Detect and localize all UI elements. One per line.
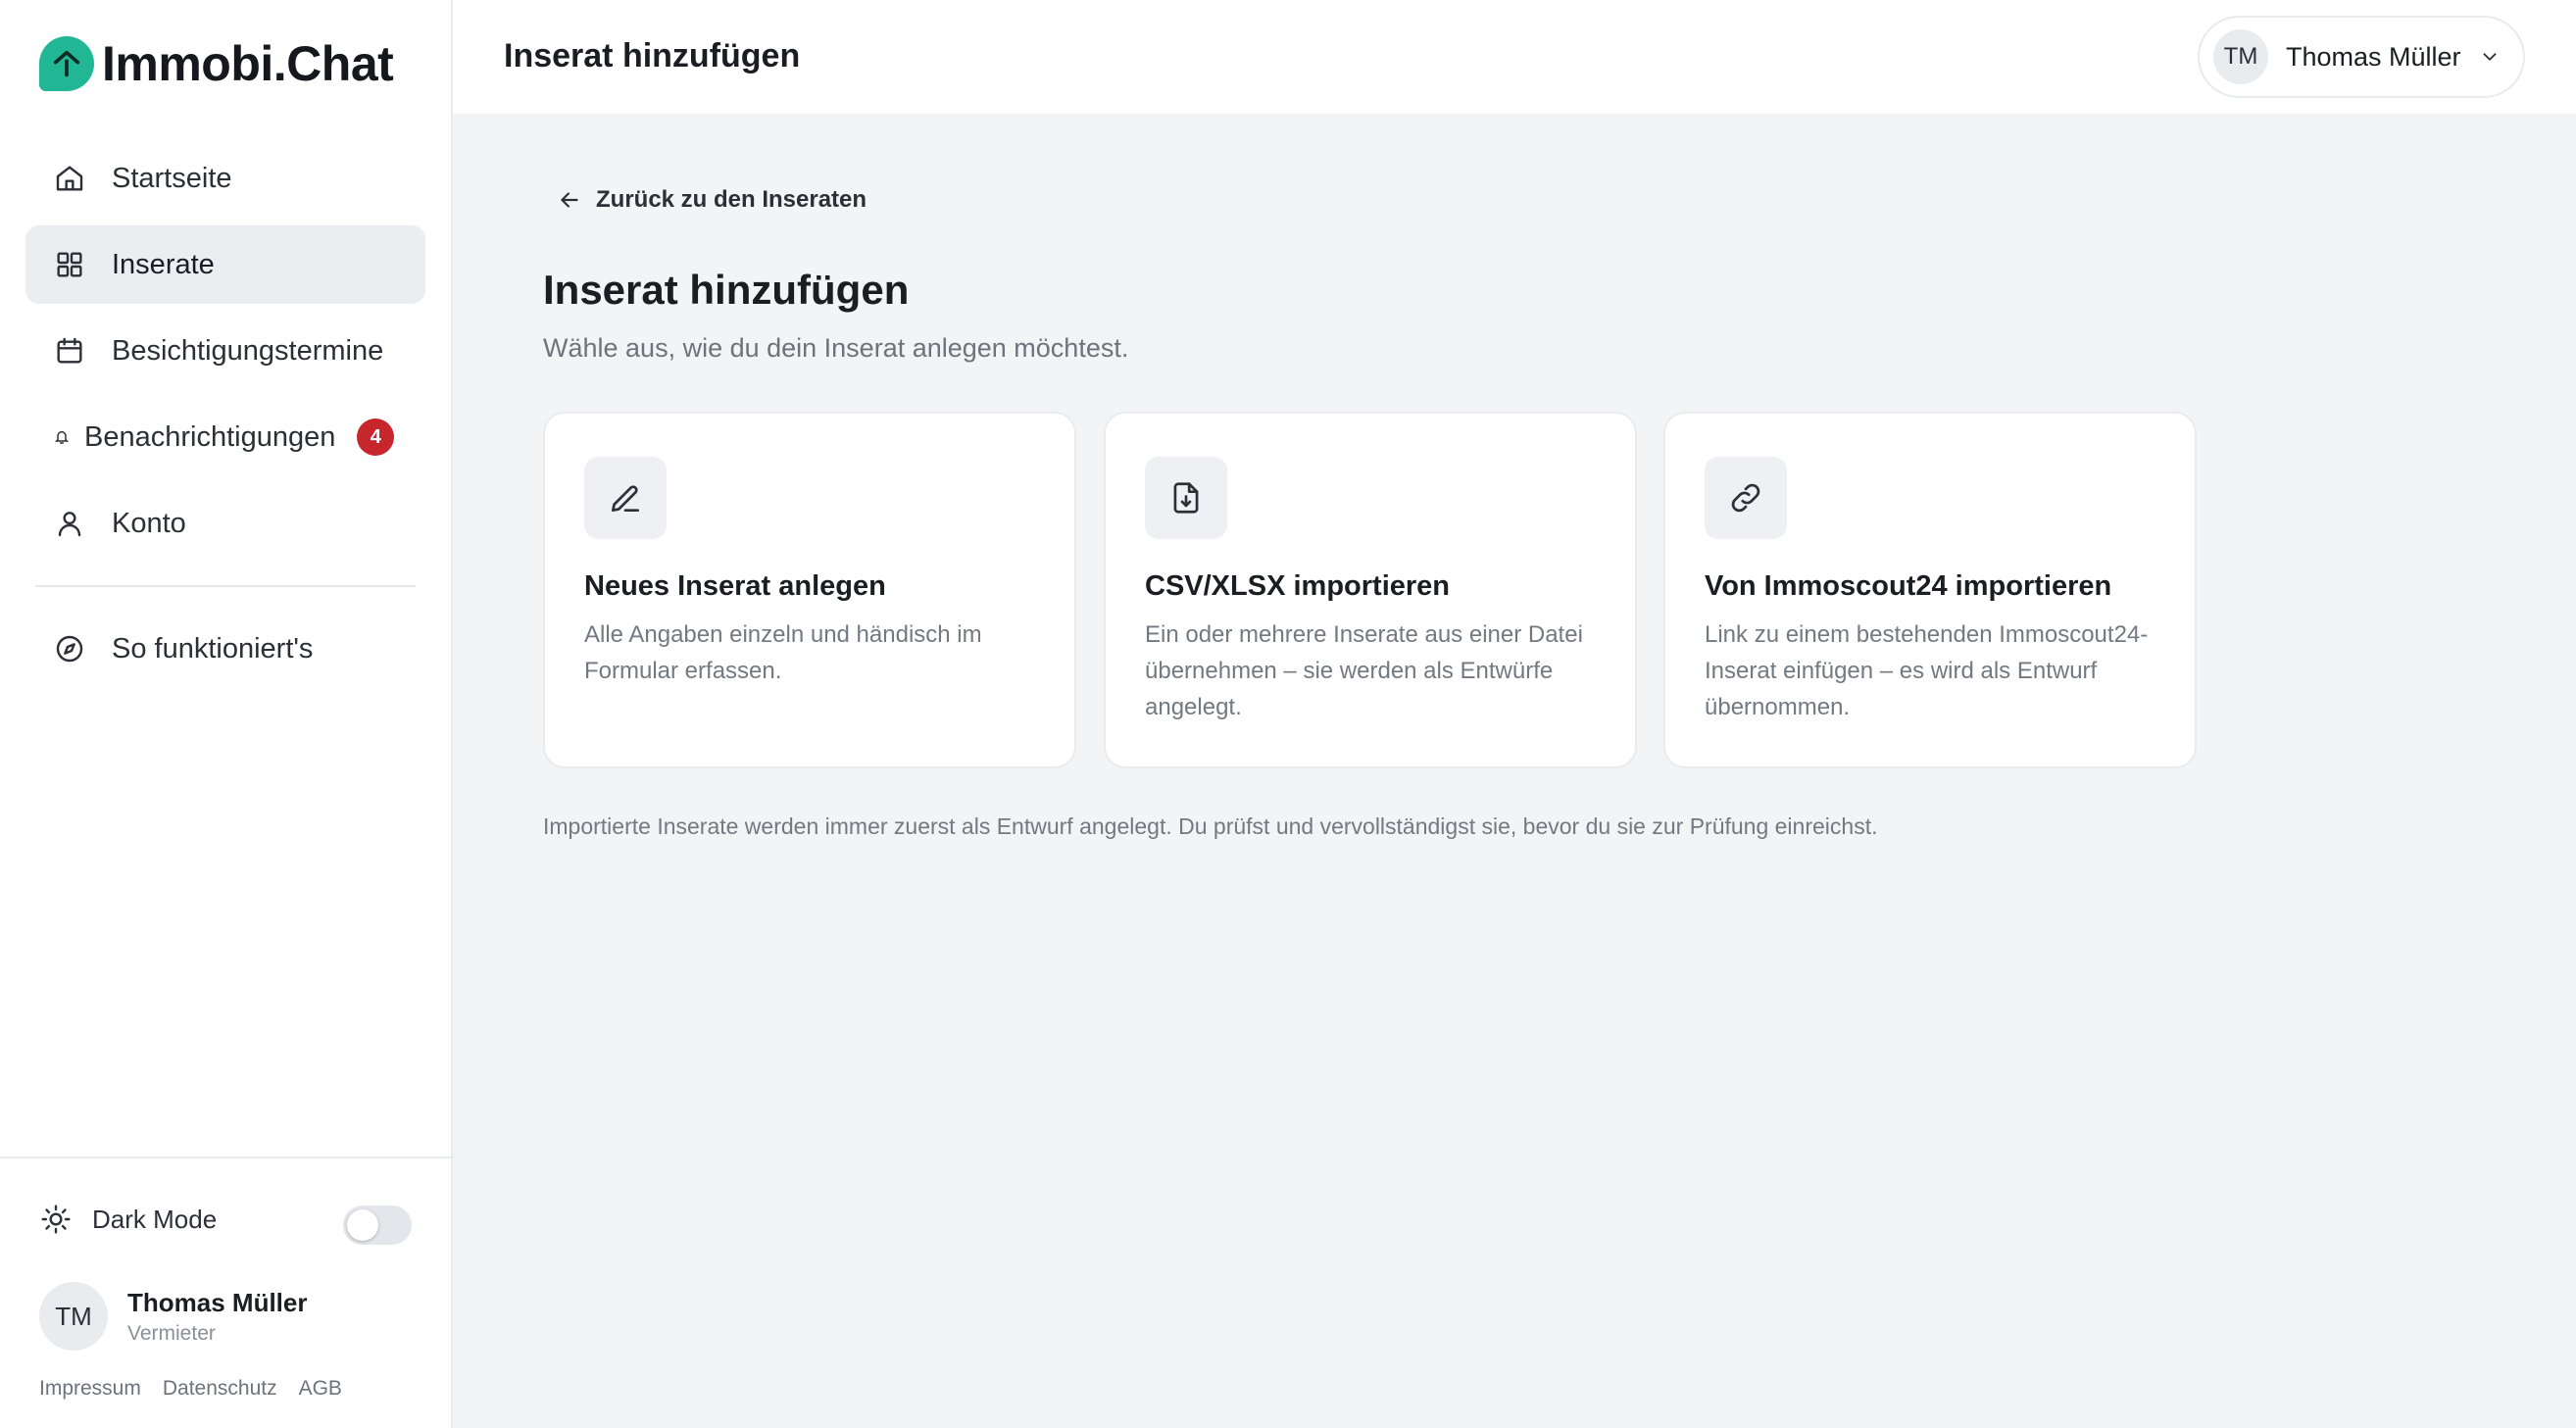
link-icon — [1705, 457, 1787, 539]
sidebar-item-label: Benachrichtigungen — [84, 420, 336, 453]
compass-icon — [53, 632, 86, 665]
card-description: Ein oder mehrere Inserate aus einer Date… — [1145, 621, 1583, 720]
dark-mode-toggle[interactable] — [343, 1206, 412, 1245]
page-title: Inserat hinzufügen — [543, 267, 910, 313]
footer-links: Impressum Datenschutz AGB — [39, 1377, 364, 1401]
user-icon — [53, 507, 86, 540]
immoscout-import-card[interactable]: Von Immoscout24 importieren Link zu eine… — [1663, 412, 2197, 768]
datenschutz-link[interactable]: Datenschutz — [163, 1377, 277, 1401]
user-role: Vermieter — [127, 1321, 216, 1345]
sidebar-item-label: Inserate — [112, 248, 215, 280]
grid-icon — [53, 248, 86, 281]
sidebar-divider — [35, 585, 416, 587]
calendar-icon — [53, 334, 86, 368]
impressum-link[interactable]: Impressum — [39, 1377, 141, 1401]
page-subtitle: Wähle aus, wie du dein Inserat anlegen m… — [543, 333, 1129, 363]
card-title: Neues Inserat anlegen — [584, 570, 886, 602]
bell-icon — [53, 420, 71, 454]
header-title: Inserat hinzufügen — [504, 37, 801, 74]
card-title: Von Immoscout24 importieren — [1705, 570, 2112, 602]
chevron-down-icon — [2479, 46, 2501, 68]
import-note: Importierte Inserate werden immer zuerst… — [543, 813, 1878, 839]
logo-text: Immobi.Chat — [102, 36, 394, 91]
agb-link[interactable]: AGB — [299, 1377, 342, 1401]
arrow-left-icon — [557, 187, 582, 213]
toggle-knob — [347, 1209, 378, 1241]
user-info: Thomas Müller Vermieter — [127, 1288, 307, 1346]
user-menu-name: Thomas Müller — [2286, 41, 2461, 72]
new-listing-card[interactable]: Neues Inserat anlegen Alle Angaben einze… — [543, 412, 1076, 768]
sidebar-item-label: Startseite — [112, 162, 232, 194]
user-name: Thomas Müller — [127, 1287, 308, 1317]
sidebar-footer: Dark Mode TM Thomas Müller Vermieter Imp… — [0, 1157, 451, 1400]
sidebar-item-besichtigungstermine[interactable]: Besichtigungstermine — [25, 312, 425, 390]
top-header: Inserat hinzufügen TM Thomas Müller — [453, 0, 2576, 114]
sidebar-item-inserate[interactable]: Inserate — [25, 225, 425, 304]
card-title: CSV/XLSX importieren — [1145, 570, 1451, 602]
dark-mode-row: Dark Mode — [39, 1203, 217, 1236]
notification-count-badge: 4 — [357, 419, 395, 456]
avatar: TM — [39, 1282, 108, 1351]
card-description: Alle Angaben einzeln und händisch im For… — [584, 621, 982, 684]
home-icon — [53, 162, 86, 195]
sidebar-nav: Startseite Inserate Besichtigungstermine… — [25, 139, 425, 570]
sun-icon — [39, 1203, 73, 1236]
sidebar-item-so-funktionierts[interactable]: So funktioniert's — [25, 610, 425, 688]
sidebar-item-benachrichtigungen[interactable]: Benachrichtigungen 4 — [25, 398, 425, 476]
avatar: TM — [2213, 29, 2268, 84]
user-menu-button[interactable]: TM Thomas Müller — [2198, 16, 2525, 98]
sidebar: Immobi.Chat Startseite Inserate Besichti… — [0, 0, 453, 1428]
logo[interactable]: Immobi.Chat — [39, 35, 394, 92]
sidebar-item-startseite[interactable]: Startseite — [25, 139, 425, 218]
dark-mode-label: Dark Mode — [92, 1204, 218, 1234]
csv-import-card[interactable]: CSV/XLSX importieren Ein oder mehrere In… — [1104, 412, 1637, 768]
sidebar-item-label: Besichtigungstermine — [112, 334, 384, 367]
logo-house-icon — [39, 36, 94, 91]
sidebar-item-konto[interactable]: Konto — [25, 484, 425, 563]
sidebar-item-label: So funktioniert's — [112, 632, 314, 665]
card-description: Link zu einem bestehenden Immoscout24-In… — [1705, 621, 2149, 720]
sidebar-item-label: Konto — [112, 507, 186, 539]
sidebar-help-section: So funktioniert's — [25, 610, 425, 696]
file-import-icon — [1145, 457, 1227, 539]
back-link[interactable]: Zurück zu den Inseraten — [557, 186, 867, 214]
back-link-label: Zurück zu den Inseraten — [596, 186, 867, 213]
sidebar-user[interactable]: TM Thomas Müller Vermieter — [39, 1282, 307, 1351]
pencil-icon — [584, 457, 667, 539]
